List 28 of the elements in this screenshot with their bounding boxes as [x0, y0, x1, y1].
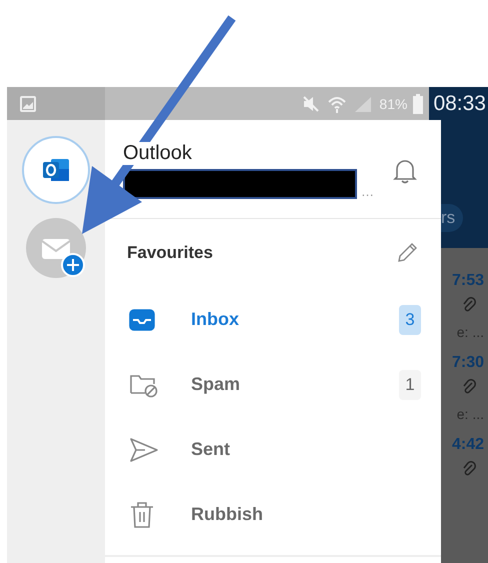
unread-count: 3 — [399, 304, 421, 334]
battery-icon — [413, 94, 424, 114]
inbox-icon — [129, 306, 155, 332]
pencil-icon[interactable] — [395, 241, 419, 265]
image-icon — [19, 94, 37, 112]
folder-item[interactable]: Sent — [105, 417, 441, 482]
mute-icon — [301, 94, 322, 112]
message-time: 4:42 — [452, 436, 484, 454]
bell-icon[interactable] — [393, 158, 417, 184]
message-time: 7:30 — [452, 354, 484, 372]
paperclip-icon — [462, 460, 476, 478]
folder-item[interactable]: Spam 1 — [105, 352, 441, 417]
outlook-logo-icon — [41, 157, 71, 183]
trash-icon — [129, 500, 155, 528]
send-icon — [129, 436, 159, 462]
email-address: … — [361, 184, 374, 199]
section-title: Favourites — [127, 243, 213, 263]
add-account-button[interactable] — [26, 218, 86, 278]
account-title: Outlook — [123, 142, 192, 165]
paperclip-icon — [462, 296, 476, 314]
folder-item[interactable]: Inbox 3 — [105, 287, 441, 352]
folder-item[interactable]: Rubbish — [105, 482, 441, 547]
clock: 08:33 — [429, 87, 488, 120]
paperclip-icon — [462, 378, 476, 396]
mail-add-icon — [26, 218, 86, 278]
signal-icon — [353, 94, 374, 112]
message-time: 7:53 — [452, 272, 484, 290]
unread-count: 1 — [399, 370, 421, 400]
